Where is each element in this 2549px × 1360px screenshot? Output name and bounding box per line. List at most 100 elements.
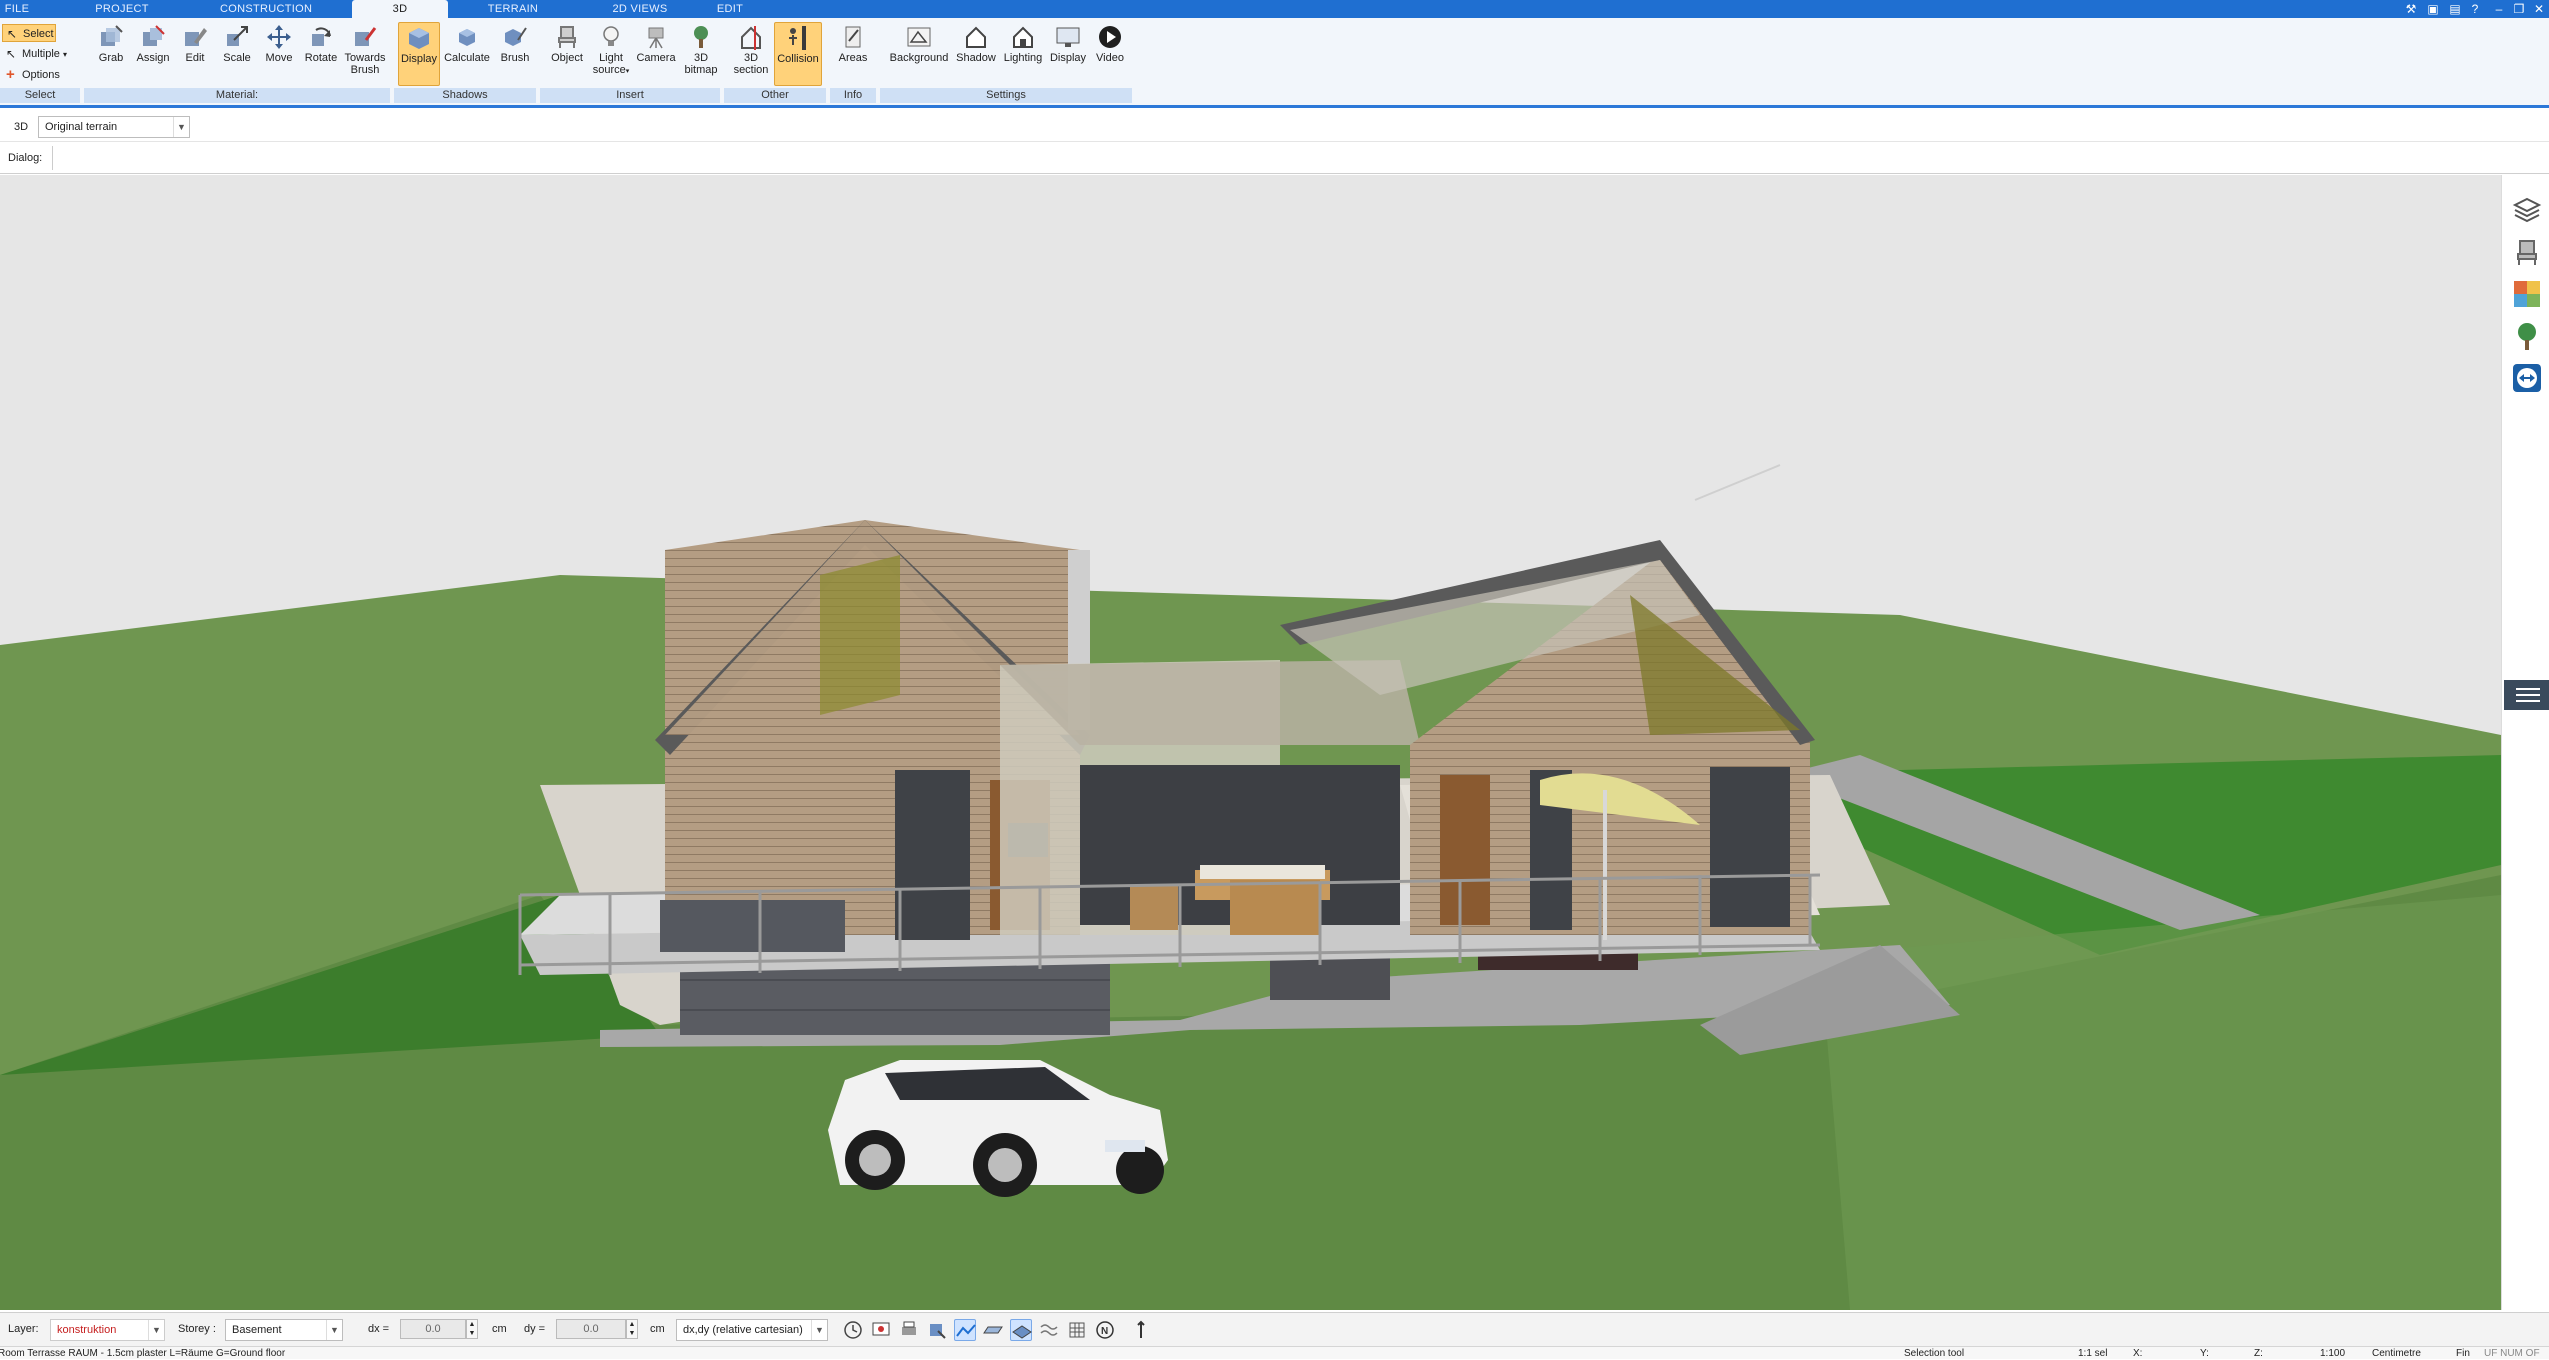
tab-file[interactable]: FILE bbox=[0, 0, 34, 18]
tab-terrain[interactable]: TERRAIN bbox=[480, 0, 546, 18]
shadows-display-button[interactable]: Display bbox=[398, 22, 440, 86]
terrain-snap-icon[interactable] bbox=[954, 1319, 976, 1341]
terrain-select[interactable]: Original terrain ▼ bbox=[38, 116, 190, 138]
3d-section-label-1: 3D bbox=[743, 52, 759, 64]
tab-edit[interactable]: EDIT bbox=[712, 0, 748, 18]
options-button[interactable]: + Options bbox=[2, 66, 72, 84]
pick-icon[interactable] bbox=[926, 1319, 948, 1341]
insert-light-button[interactable]: Light source▾ bbox=[590, 22, 632, 86]
materials-icon[interactable] bbox=[2512, 279, 2542, 309]
shadows-display-label: Display bbox=[400, 53, 438, 65]
chair-icon bbox=[558, 26, 576, 48]
storey-label: Storey : bbox=[178, 1323, 216, 1335]
tab-project[interactable]: PROJECT bbox=[92, 0, 152, 18]
multiple-button[interactable]: ↖ Multiple ▾ bbox=[2, 45, 82, 63]
background-button[interactable]: Background bbox=[884, 22, 954, 86]
chevron-down-icon: ▼ bbox=[326, 1320, 342, 1340]
view-mode-row: 3D Original terrain ▼ bbox=[0, 112, 2549, 142]
insert-object-button[interactable]: Object bbox=[546, 22, 588, 86]
assign-button[interactable]: Assign bbox=[132, 22, 174, 86]
rotate-icon bbox=[312, 27, 331, 46]
areas-label: Areas bbox=[838, 52, 868, 64]
dy-input[interactable]: 0.0 bbox=[556, 1319, 626, 1339]
north-icon[interactable]: N bbox=[1094, 1319, 1116, 1341]
areas-button[interactable]: Areas bbox=[832, 22, 874, 86]
layer-label: Layer: bbox=[8, 1323, 39, 1335]
vertical-arrow-icon[interactable] bbox=[1130, 1319, 1152, 1341]
shadow-settings-label: Shadow bbox=[956, 52, 996, 64]
insert-camera-label: Camera bbox=[636, 52, 676, 64]
tab-construction[interactable]: CONSTRUCTION bbox=[220, 0, 312, 18]
3d-viewport[interactable] bbox=[0, 175, 2501, 1310]
dx-stepper[interactable]: ▲ ▼ bbox=[466, 1319, 478, 1339]
plane-snap-icon[interactable] bbox=[1010, 1319, 1032, 1341]
panel-toggle-button[interactable] bbox=[2504, 680, 2549, 710]
shadow-settings-button[interactable]: Shadow bbox=[954, 22, 998, 86]
storey-select[interactable]: Basement ▼ bbox=[225, 1319, 343, 1341]
grid-icon[interactable] bbox=[1066, 1319, 1088, 1341]
insert-3d-bitmap-button[interactable]: 3D bitmap bbox=[680, 22, 722, 86]
plants-icon[interactable] bbox=[2512, 321, 2542, 351]
grab-button[interactable]: Grab bbox=[90, 22, 132, 86]
screen-capture-icon[interactable] bbox=[870, 1319, 892, 1341]
3d-section-button[interactable]: 3D section bbox=[730, 22, 772, 86]
tab-2d-views[interactable]: 2D VIEWS bbox=[604, 0, 676, 18]
teamviewer-icon[interactable] bbox=[2512, 363, 2542, 393]
close-icon[interactable]: ✕ bbox=[2530, 1, 2548, 17]
grab-label: Grab bbox=[98, 52, 124, 64]
tab-3d[interactable]: 3D bbox=[352, 0, 448, 18]
dy-stepper[interactable]: ▲ ▼ bbox=[626, 1319, 638, 1339]
ribbon-tab-bar: FILE PROJECT CONSTRUCTION 3D TERRAIN 2D … bbox=[0, 0, 2549, 18]
restore-icon[interactable]: ❐ bbox=[2510, 1, 2528, 17]
edit-material-button[interactable]: Edit bbox=[174, 22, 216, 86]
lawn-patch bbox=[1820, 895, 2501, 1310]
outdoor-table bbox=[1230, 880, 1320, 935]
cart-icon[interactable]: ▤ bbox=[2446, 1, 2464, 17]
lighting-label: Lighting bbox=[1003, 52, 1043, 64]
move-label: Move bbox=[265, 52, 293, 64]
status-fin: Fin bbox=[2456, 1348, 2470, 1359]
multiple-cursor-icon: ↖ bbox=[6, 47, 17, 61]
areas-icon bbox=[845, 26, 861, 48]
towards-brush-button[interactable]: Towards Brush bbox=[342, 22, 388, 86]
dx-input[interactable]: 0.0 bbox=[400, 1319, 466, 1339]
shadows-calculate-label: Calculate bbox=[444, 52, 490, 64]
left-door bbox=[895, 770, 970, 940]
scale-button[interactable]: Scale bbox=[216, 22, 258, 86]
assign-icon bbox=[143, 25, 165, 46]
move-icon bbox=[267, 25, 291, 49]
select-button[interactable]: ↖ Select bbox=[2, 24, 56, 42]
layer-select[interactable]: konstruktion ▼ bbox=[50, 1319, 165, 1341]
hatch-icon[interactable] bbox=[982, 1319, 1004, 1341]
camera-icon bbox=[648, 27, 664, 49]
towards-brush-label-1: Towards bbox=[344, 52, 386, 64]
edit-label: Edit bbox=[185, 52, 205, 64]
lighting-button[interactable]: Lighting bbox=[1000, 22, 1046, 86]
status-bar: Room Terrasse RAUM - 1.5cm plaster L=Räu… bbox=[0, 1346, 2549, 1359]
cube-calculate-icon bbox=[459, 29, 475, 46]
wave-icon[interactable] bbox=[1038, 1319, 1060, 1341]
assign-label: Assign bbox=[136, 52, 170, 64]
shadows-brush-button[interactable]: Brush bbox=[494, 22, 536, 86]
help-center-icon[interactable]: ▣ bbox=[2424, 1, 2442, 17]
move-button[interactable]: Move bbox=[258, 22, 300, 86]
group-label-select: Select bbox=[0, 88, 82, 103]
layers-icon[interactable] bbox=[2512, 195, 2542, 225]
clock-icon[interactable] bbox=[842, 1319, 864, 1341]
collision-button[interactable]: Collision bbox=[774, 22, 822, 86]
divider bbox=[52, 146, 53, 170]
shadows-calculate-button[interactable]: Calculate bbox=[442, 22, 492, 86]
video-button[interactable]: Video bbox=[1090, 22, 1130, 86]
help-icon[interactable]: ? bbox=[2466, 1, 2484, 17]
tools-icon[interactable]: ⚒ bbox=[2402, 1, 2420, 17]
display-settings-button[interactable]: Display bbox=[1046, 22, 1090, 86]
cube-brush-icon bbox=[505, 27, 527, 46]
rotate-button[interactable]: Rotate bbox=[300, 22, 342, 86]
3d-scene[interactable] bbox=[0, 175, 2501, 1310]
right-window bbox=[1710, 767, 1790, 927]
insert-camera-button[interactable]: Camera bbox=[634, 22, 678, 86]
coordinate-mode-select[interactable]: dx,dy (relative cartesian) ▼ bbox=[676, 1319, 828, 1341]
minimize-icon[interactable]: – bbox=[2490, 1, 2508, 17]
print-icon[interactable] bbox=[898, 1319, 920, 1341]
furniture-catalog-icon[interactable] bbox=[2512, 237, 2542, 267]
